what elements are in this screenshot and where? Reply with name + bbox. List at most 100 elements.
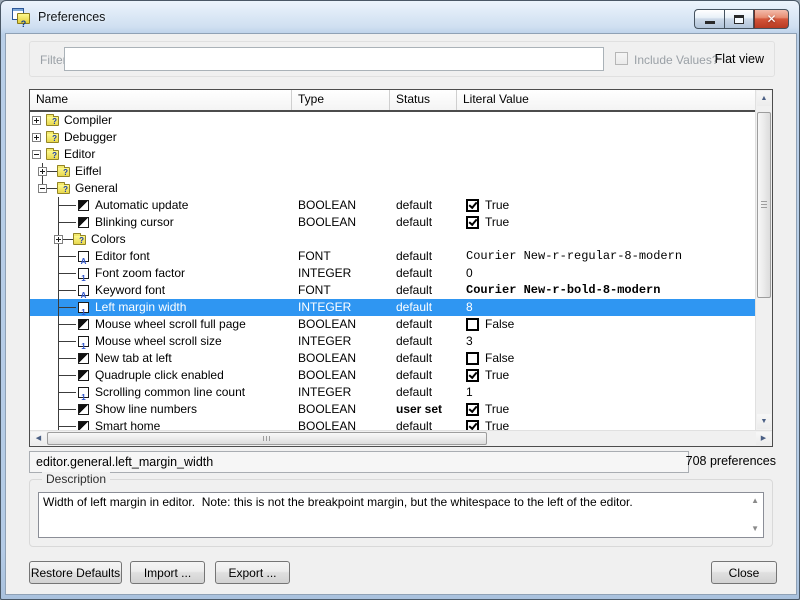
value-checkbox[interactable]: [466, 403, 479, 416]
close-dialog-button[interactable]: Close: [711, 561, 777, 584]
pref-type-cell: BOOLEAN: [292, 350, 390, 367]
grid-row[interactable]: Scrolling common line countINTEGERdefaul…: [30, 384, 755, 401]
flat-view-toggle[interactable]: Flat view: [715, 52, 764, 66]
scroll-down-arrow-icon[interactable]: ▼: [757, 414, 771, 429]
tree-branch-line: [58, 375, 76, 376]
include-values-checkbox[interactable]: [615, 52, 628, 65]
titlebar[interactable]: Preferences ✕: [1, 1, 799, 33]
grid-row[interactable]: Colors: [30, 231, 755, 248]
pref-value-cell: [457, 231, 755, 248]
pref-value-cell: False: [457, 316, 755, 333]
vertical-scrollbar[interactable]: ▲ ▼: [755, 90, 772, 430]
grid-row[interactable]: Compiler: [30, 112, 755, 129]
pref-value-cell: True: [457, 367, 755, 384]
grid-row[interactable]: General: [30, 180, 755, 197]
pref-status-cell: default: [390, 367, 457, 384]
pref-name-label: Quadruple click enabled: [95, 367, 224, 384]
pref-value-cell: True: [457, 197, 755, 214]
pref-status-cell: [390, 231, 457, 248]
value-checkbox[interactable]: [466, 318, 479, 331]
description-group-label: Description: [42, 472, 110, 486]
restore-defaults-button[interactable]: Restore Defaults: [29, 561, 122, 584]
pref-status-cell: [390, 146, 457, 163]
pref-type-cell: BOOLEAN: [292, 401, 390, 418]
column-header-name[interactable]: Name: [30, 90, 292, 110]
grid-row[interactable]: Font zoom factorINTEGERdefault0: [30, 265, 755, 282]
tree-name-cell: Debugger: [30, 129, 292, 146]
pref-type-cell: BOOLEAN: [292, 316, 390, 333]
tree-expander-plus-icon[interactable]: [32, 133, 41, 142]
scroll-left-arrow-icon[interactable]: ◀: [31, 432, 46, 445]
export-button[interactable]: Export ...: [215, 561, 290, 584]
grid-row[interactable]: Eiffel: [30, 163, 755, 180]
maximize-button[interactable]: [724, 9, 754, 29]
grid-row[interactable]: Automatic updateBOOLEANdefaultTrue: [30, 197, 755, 214]
tree-name-cell: Smart home: [30, 418, 292, 430]
grid-row[interactable]: New tab at leftBOOLEANdefaultFalse: [30, 350, 755, 367]
app-icon: [12, 8, 31, 25]
tree-branch-line: [58, 222, 76, 223]
value-checkbox-label: False: [485, 316, 514, 333]
value-checkbox[interactable]: [466, 199, 479, 212]
filter-input[interactable]: [64, 47, 604, 71]
value-checkbox[interactable]: [466, 369, 479, 382]
pref-value-cell: False: [457, 350, 755, 367]
grid-row[interactable]: Editor: [30, 146, 755, 163]
import-button[interactable]: Import ...: [130, 561, 205, 584]
grid-row[interactable]: Debugger: [30, 129, 755, 146]
description-text-box[interactable]: Width of left margin in editor. Note: th…: [38, 492, 764, 538]
pref-status-cell: default: [390, 350, 457, 367]
tree-name-cell: Compiler: [30, 112, 292, 129]
column-header-literal-value[interactable]: Literal Value: [457, 90, 755, 110]
filter-group: Filter: Include Values? Flat view: [29, 41, 775, 77]
grid-row[interactable]: Show line numbersBOOLEANuser setTrue: [30, 401, 755, 418]
scroll-right-arrow-icon[interactable]: ▶: [756, 432, 771, 445]
description-scroll-up-icon[interactable]: ▲: [751, 497, 759, 505]
pref-status-cell: default: [390, 384, 457, 401]
grid-row[interactable]: Quadruple click enabledBOOLEANdefaultTru…: [30, 367, 755, 384]
grid-row[interactable]: Editor fontFONTdefaultCourier New-r-regu…: [30, 248, 755, 265]
grid-row[interactable]: Smart homeBOOLEANdefaultTrue: [30, 418, 755, 430]
tree-expander-plus-icon[interactable]: [54, 235, 63, 244]
value-checkbox[interactable]: [466, 216, 479, 229]
horizontal-scrollbar-thumb[interactable]: [47, 432, 487, 445]
grid-body: CompilerDebuggerEditorEiffelGeneralAutom…: [30, 112, 755, 430]
tree-expander-minus-icon[interactable]: [32, 150, 41, 159]
include-values-label: Include Values?: [634, 53, 719, 67]
pref-name-label: Compiler: [64, 112, 112, 129]
close-window-button[interactable]: ✕: [754, 9, 789, 29]
minimize-button[interactable]: [694, 9, 724, 29]
pref-name-label: Smart home: [95, 418, 160, 430]
horizontal-scrollbar[interactable]: ◀ ▶: [30, 430, 772, 446]
grid-row[interactable]: Mouse wheel scroll full pageBOOLEANdefau…: [30, 316, 755, 333]
integer-type-icon: [78, 268, 89, 279]
column-header-type[interactable]: Type: [292, 90, 390, 110]
grid-row[interactable]: Mouse wheel scroll sizeINTEGERdefault3: [30, 333, 755, 350]
tree-expander-plus-icon[interactable]: [32, 116, 41, 125]
pref-type-cell: [292, 112, 390, 129]
font-type-icon: [78, 285, 89, 296]
integer-type-icon: [78, 387, 89, 398]
value-checkbox[interactable]: [466, 352, 479, 365]
description-scroll-down-icon[interactable]: ▼: [751, 525, 759, 533]
value-checkbox[interactable]: [466, 420, 479, 430]
pref-value-cell: 3: [457, 333, 755, 350]
column-header-status[interactable]: Status: [390, 90, 457, 110]
pref-value-cell: [457, 163, 755, 180]
preference-count: 708 preferences: [686, 454, 776, 468]
vertical-scrollbar-thumb[interactable]: [757, 112, 771, 298]
value-text: Courier New-r-regular-8-modern: [466, 248, 682, 265]
grid-row[interactable]: Blinking cursorBOOLEANdefaultTrue: [30, 214, 755, 231]
grid-row[interactable]: Keyword fontFONTdefaultCourier New-r-bol…: [30, 282, 755, 299]
grid-row[interactable]: Left margin widthINTEGERdefault8: [30, 299, 755, 316]
scroll-up-arrow-icon[interactable]: ▲: [757, 91, 771, 106]
tree-branch-line: [58, 426, 76, 427]
tree-expander-minus-icon[interactable]: [38, 184, 47, 193]
tree-expander-plus-icon[interactable]: [38, 167, 47, 176]
pref-value-cell: [457, 129, 755, 146]
pref-name-label: Colors: [91, 231, 126, 248]
pref-type-cell: INTEGER: [292, 265, 390, 282]
pref-name-label: Debugger: [64, 129, 117, 146]
pref-type-cell: INTEGER: [292, 333, 390, 350]
tree-guide-line: [58, 418, 59, 430]
